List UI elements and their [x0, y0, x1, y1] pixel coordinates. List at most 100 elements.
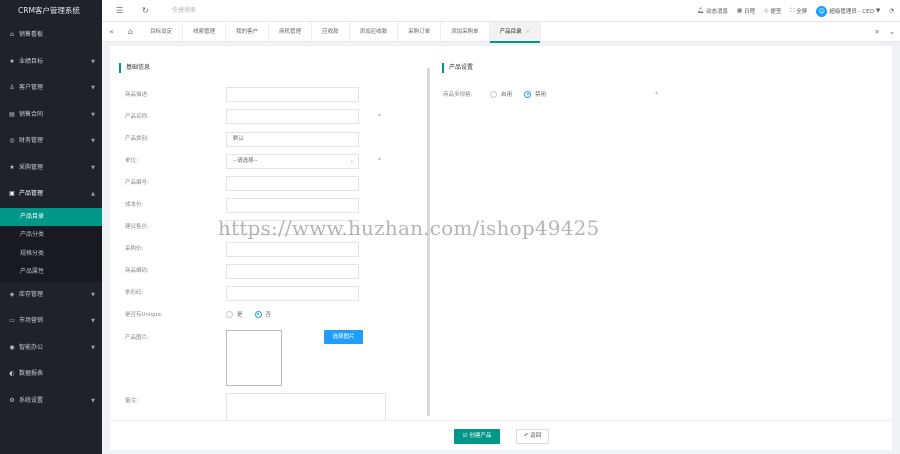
chevron-down-icon: ▼: [91, 397, 95, 404]
chevron-down-icon: ▼: [91, 111, 95, 118]
sidebar-item-finance[interactable]: ◎ 财务管理 ▼: [0, 128, 102, 155]
chevron-up-icon: ▲: [91, 191, 95, 197]
close-icon[interactable]: ×: [526, 29, 530, 35]
sidebar-item-targets[interactable]: ★ 业绩目标 ▼: [0, 49, 102, 76]
back-button[interactable]: ↶ 返回: [516, 429, 549, 444]
menu-toggle-icon[interactable]: ☰: [116, 0, 123, 22]
theme-icon[interactable]: ◔: [889, 8, 894, 14]
cost-price-input[interactable]: [226, 198, 359, 213]
home-tab-icon[interactable]: ⌂: [128, 22, 133, 42]
radio-label: 禁用: [535, 92, 547, 98]
tab-receivables[interactable]: 应收款: [312, 22, 350, 42]
multi-spec-radio-disable[interactable]: 禁用: [524, 90, 546, 98]
sidebar-subitem-product-category[interactable]: 产品分类: [0, 226, 102, 245]
sidebar-item-stock[interactable]: ◈ 库存管理 ▼: [0, 282, 102, 309]
avatar: ☺: [816, 5, 828, 17]
sidebar-item-settings[interactable]: ⚙ 系统设置 ▼: [0, 388, 102, 415]
sidebar-item-contracts[interactable]: ▤ 销售合同 ▼: [0, 102, 102, 129]
tag-icon: ◇: [764, 8, 769, 14]
fullscreen-button[interactable]: ⛶ 全屏: [790, 7, 807, 16]
tab-product-catalog[interactable]: 产品目录 ×: [489, 22, 541, 43]
unit-select[interactable]: --请选择-- ⌄: [226, 154, 359, 169]
back-label: 返回: [530, 433, 542, 439]
create-product-button[interactable]: ☑ 创建产品: [454, 429, 500, 444]
office-icon: ◉: [9, 343, 15, 351]
tab-add-purchase[interactable]: 添加采购单: [441, 22, 490, 42]
sidebar-item-label: 财务管理: [19, 137, 44, 144]
product-no-input[interactable]: [226, 176, 359, 191]
tab-my-customers[interactable]: 我的客户: [226, 22, 270, 42]
quick-search-input[interactable]: 快捷搜索: [172, 0, 196, 22]
sidebar-item-label: 系统设置: [19, 396, 44, 404]
user-menu[interactable]: ☺ 超级管理员 - CEO ▼: [816, 5, 881, 17]
field-label-product-image: 产品图片:: [125, 335, 149, 341]
sidebar-item-reports[interactable]: ◐ 数据报表: [0, 361, 102, 388]
unique-radio-group: 是 否: [226, 310, 283, 318]
tab-purchase-orders[interactable]: 采购订单: [398, 22, 442, 42]
field-label-remark: 备注:: [125, 398, 138, 404]
field-label-barcode: 条形码:: [125, 290, 144, 296]
required-mark: *: [378, 113, 381, 120]
app-title: CRM客户管理系统: [18, 6, 80, 15]
tabs-more-icon[interactable]: ⌄: [889, 22, 896, 42]
star-icon: ★: [9, 57, 15, 65]
caret-down-icon: ▼: [875, 8, 881, 14]
product-image-preview[interactable]: [226, 330, 282, 386]
sidebar-item-label: 产品管理: [19, 190, 44, 197]
finance-icon: ◎: [9, 137, 15, 144]
tabs-scroll-left-icon[interactable]: «: [109, 22, 114, 42]
sidebar-item-products[interactable]: ▣ 产品管理 ▲: [0, 181, 102, 208]
notes-button[interactable]: ◇ 便签: [764, 7, 781, 15]
chevron-down-icon: ▼: [91, 344, 95, 351]
sidebar-item-label: 智能办公: [19, 343, 44, 351]
section-basic-info-title: 基础信息: [119, 63, 150, 73]
unique-radio-no[interactable]: 否: [254, 310, 272, 318]
multi-spec-radio-enable[interactable]: 启用: [490, 90, 512, 98]
sidebar-subitem-spec-category[interactable]: 规格分类: [0, 245, 102, 264]
purchase-price-input[interactable]: [226, 242, 359, 257]
tab-add-receivable[interactable]: 添加应收款: [350, 22, 399, 42]
calendar-button[interactable]: ▦ 日程: [737, 7, 755, 15]
home-icon: ⌂: [10, 31, 14, 38]
sidebar-item-label: 数据报表: [19, 370, 44, 377]
barcode-input[interactable]: [226, 286, 359, 301]
tab-label: 线索管理: [193, 29, 216, 35]
goods-code-input[interactable]: [226, 264, 359, 279]
tab-target-setting[interactable]: 目标设定: [140, 22, 184, 42]
calendar-label: 日程: [744, 9, 756, 15]
tab-label: 商机管理: [279, 29, 302, 35]
field-label-unique: 是否有Unique:: [125, 312, 163, 318]
description-input[interactable]: [226, 87, 359, 102]
radio-label: 否: [265, 312, 272, 318]
sidebar-item-customers[interactable]: ♙ 客户管理 ▼: [0, 75, 102, 102]
refresh-icon[interactable]: ↻: [142, 0, 149, 22]
messages-button[interactable]: 🔔︎ 动态消息: [697, 7, 728, 15]
sidebar-subitem-product-attributes[interactable]: 产品属性: [0, 263, 102, 282]
tab-label: 添加应收款: [359, 29, 388, 35]
field-label-description: 商品描述:: [125, 92, 149, 98]
category-input[interactable]: 默认: [226, 132, 359, 147]
sidebar-item-dashboard[interactable]: ⌂ 销售看板: [0, 22, 102, 49]
product-name-input[interactable]: [226, 109, 359, 124]
sidebar-item-label: 业绩目标: [19, 57, 44, 65]
select-image-button[interactable]: 选择图片: [324, 330, 363, 344]
chevron-down-icon: ▼: [91, 85, 95, 91]
tabs-list: 目标设定 线索管理 我的客户 商机管理 应收款 添加应收款 采购订单 添加采购单…: [140, 22, 541, 43]
tabs-scroll-right-icon[interactable]: »: [875, 22, 880, 42]
unique-radio-yes[interactable]: 是: [226, 310, 243, 318]
messages-label: 动态消息: [705, 9, 728, 15]
tabs-bar: « ⌂ 目标设定 线索管理 我的客户 商机管理 应收款 添加应收款 采购订单 添…: [102, 22, 900, 43]
tab-opportunities[interactable]: 商机管理: [269, 22, 313, 42]
sidebar-item-marketing[interactable]: ▭ 市场营销 ▼: [0, 308, 102, 335]
sidebar-item-label: 市场营销: [19, 317, 44, 324]
chevron-down-icon: ▼: [91, 164, 95, 171]
section-product-settings-title: 产品设置: [442, 63, 473, 73]
calendar-icon: ▦: [736, 8, 743, 14]
tab-leads[interactable]: 线索管理: [183, 22, 227, 42]
sidebar-item-purchase[interactable]: ★ 采购管理 ▼: [0, 155, 102, 182]
tab-label: 添加采购单: [451, 29, 479, 35]
remark-textarea[interactable]: [226, 393, 386, 423]
sidebar-subitem-product-catalog[interactable]: 产品目录: [0, 207, 102, 226]
required-mark: *: [655, 91, 658, 98]
sidebar-item-office[interactable]: ◉ 智能办公 ▼: [0, 335, 102, 362]
